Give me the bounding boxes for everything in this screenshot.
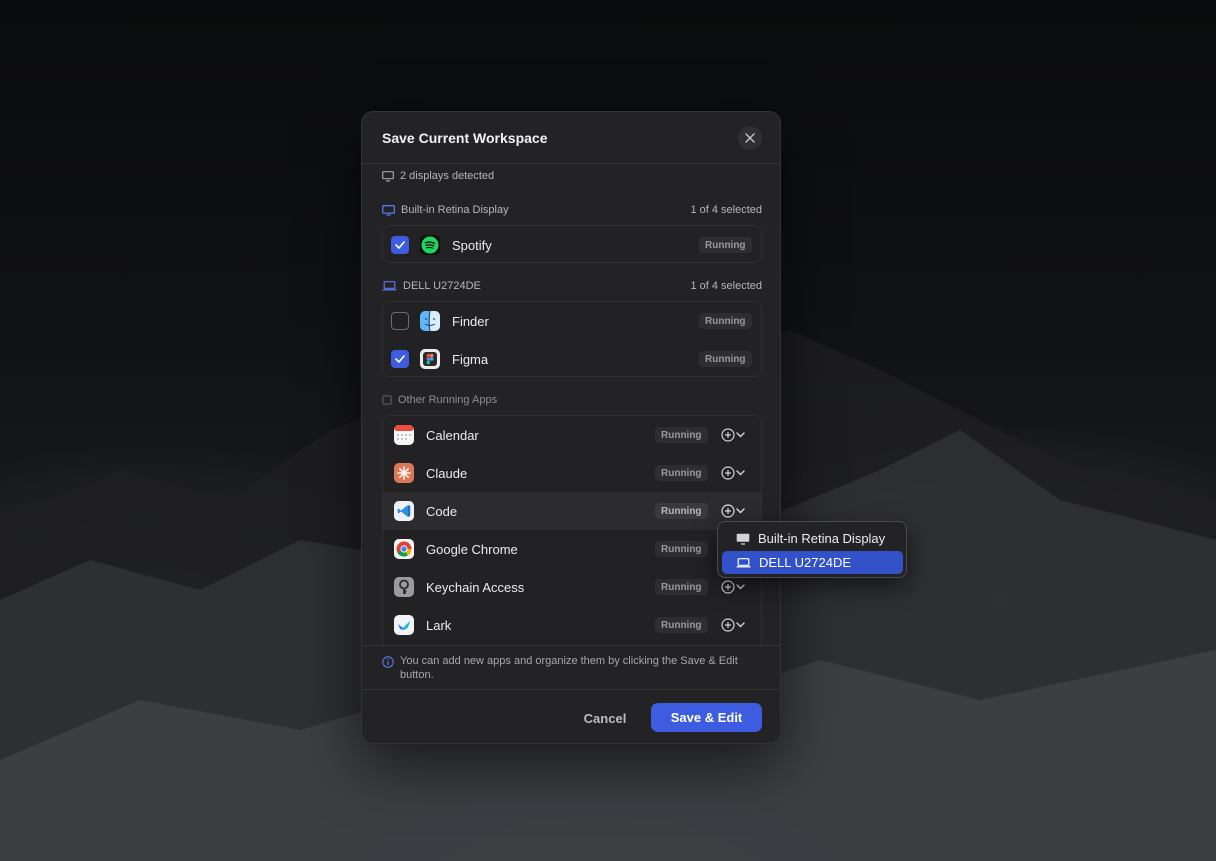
app-name: Lark <box>426 618 452 633</box>
monitor-icon <box>736 533 750 545</box>
displays-detected: 2 displays detected <box>382 169 494 183</box>
chevron-down-icon <box>736 470 745 476</box>
checkbox-finder[interactable] <box>391 312 409 330</box>
add-to-display-button[interactable] <box>721 618 751 632</box>
dell-display-apps: Finder Running Figma Running <box>382 301 762 377</box>
laptop-icon <box>736 557 751 567</box>
close-icon <box>745 133 755 143</box>
section-builtin-display: Built-in Retina Display 1 of 4 selected <box>382 203 762 217</box>
app-row-lark[interactable]: Lark Running <box>383 606 761 644</box>
section-title: Built-in Retina Display <box>401 204 509 216</box>
section-other-apps: Other Running Apps <box>382 393 762 407</box>
menu-item-builtin-display[interactable]: Built-in Retina Display <box>722 527 903 550</box>
app-name: Claude <box>426 466 468 481</box>
dialog-header: Save Current Workspace <box>362 112 780 164</box>
square-icon <box>382 395 392 405</box>
section-title: DELL U2724DE <box>403 280 481 292</box>
dialog-footer: Cancel Save & Edit <box>362 689 780 743</box>
menu-item-label: Built-in Retina Display <box>758 531 886 546</box>
claude-icon <box>394 463 414 483</box>
app-name: Keychain Access <box>426 580 525 595</box>
status-badge: Running <box>655 465 708 481</box>
app-row-keychain[interactable]: Keychain Access Running <box>383 568 761 606</box>
app-name: Google Chrome <box>426 542 518 557</box>
plus-circle-icon <box>721 580 735 594</box>
chevron-down-icon <box>736 508 745 514</box>
calendar-icon <box>394 425 414 445</box>
add-to-display-button[interactable] <box>721 428 751 442</box>
info-text: You can add new apps and organize them b… <box>400 655 738 681</box>
lark-icon <box>394 615 414 635</box>
cancel-button[interactable]: Cancel <box>572 704 638 732</box>
checkbox-figma[interactable] <box>391 350 409 368</box>
display-picker-menu: Built-in Retina Display DELL U2724DE <box>717 521 907 578</box>
selected-count: 1 of 4 selected <box>690 280 762 292</box>
dialog-title: Save Current Workspace <box>382 130 548 146</box>
app-name: Spotify <box>452 238 492 253</box>
close-button[interactable] <box>738 126 762 150</box>
finder-icon <box>420 311 440 331</box>
status-badge: Running <box>699 237 752 253</box>
add-to-display-button[interactable] <box>721 466 751 480</box>
info-icon <box>382 656 394 668</box>
keychain-icon <box>394 577 414 597</box>
app-name: Calendar <box>426 428 479 443</box>
builtin-display-apps: Spotify Running <box>382 225 762 263</box>
section-title: Other Running Apps <box>398 394 498 406</box>
checkbox-spotify[interactable] <box>391 236 409 254</box>
chevron-down-icon <box>736 432 745 438</box>
spotify-icon <box>420 235 440 255</box>
save-workspace-dialog: Save Current Workspace 2 displays detect… <box>361 111 781 744</box>
status-badge: Running <box>655 617 708 633</box>
app-name: Finder <box>452 314 489 329</box>
monitor-icon <box>382 204 395 216</box>
app-row-code[interactable]: Code Running <box>383 492 761 530</box>
app-row-chrome[interactable]: Google Chrome Running <box>383 530 761 568</box>
displays-detected-label: 2 displays detected <box>400 170 495 182</box>
status-badge: Running <box>655 579 708 595</box>
section-dell-display: DELL U2724DE 1 of 4 selected <box>382 279 762 293</box>
status-badge: Running <box>699 313 752 329</box>
selected-count: 1 of 4 selected <box>690 204 762 216</box>
menu-item-dell-display[interactable]: DELL U2724DE <box>722 551 903 574</box>
plus-circle-icon <box>721 466 735 480</box>
add-to-display-button[interactable] <box>721 580 751 594</box>
save-and-edit-button[interactable]: Save & Edit <box>651 703 762 732</box>
info-note: You can add new apps and organize them b… <box>382 654 762 682</box>
checkmark-icon <box>395 241 405 249</box>
status-badge: Running <box>655 503 708 519</box>
add-to-display-button[interactable] <box>721 504 751 518</box>
plus-circle-icon <box>721 618 735 632</box>
app-name: Figma <box>452 352 489 367</box>
chrome-icon <box>394 539 414 559</box>
app-row-figma[interactable]: Figma Running <box>383 340 761 378</box>
vscode-icon <box>394 501 414 521</box>
other-apps-list: Calendar Running Claude Running Code Run… <box>382 415 762 645</box>
chevron-down-icon <box>736 622 745 628</box>
chevron-down-icon <box>736 584 745 590</box>
status-badge: Running <box>699 351 752 367</box>
figma-icon <box>420 349 440 369</box>
plus-circle-icon <box>721 428 735 442</box>
app-row-finder[interactable]: Finder Running <box>383 302 761 340</box>
checkmark-icon <box>395 355 405 363</box>
divider <box>362 645 780 646</box>
status-badge: Running <box>655 541 708 557</box>
plus-circle-icon <box>721 504 735 518</box>
menu-item-label: DELL U2724DE <box>759 555 852 570</box>
monitor-icon <box>382 170 394 182</box>
laptop-icon <box>382 281 397 291</box>
app-row-calendar[interactable]: Calendar Running <box>383 416 761 454</box>
app-row-spotify[interactable]: Spotify Running <box>383 226 761 264</box>
app-row-claude[interactable]: Claude Running <box>383 454 761 492</box>
status-badge: Running <box>655 427 708 443</box>
app-name: Code <box>426 504 458 519</box>
